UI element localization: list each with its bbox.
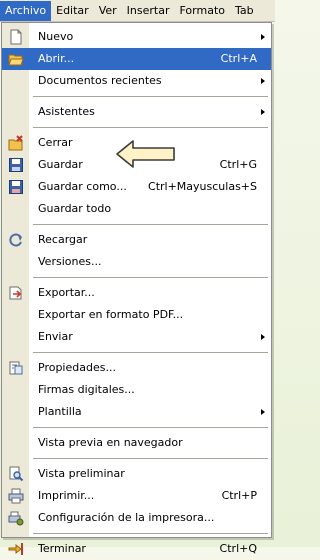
menu-item-label: Guardar [38, 158, 83, 171]
menu-item-guardar-todo[interactable]: Guardar todo [2, 198, 271, 220]
print-icon [8, 488, 24, 504]
menu-separator [2, 273, 271, 282]
close-document-icon [8, 135, 23, 151]
menu-item-label: Nuevo [38, 30, 74, 43]
menu-item-label: Propiedades... [38, 361, 116, 374]
menubar-archivo[interactable]: Archivo [0, 0, 52, 21]
save-as-icon [9, 180, 23, 194]
submenu-arrow-icon [261, 78, 265, 84]
menu-item-label: Exportar... [38, 286, 95, 299]
reload-icon [9, 233, 22, 247]
save-icon [9, 158, 23, 172]
callout-arrow-icon [116, 140, 175, 168]
menu-item-recargar[interactable]: Recargar [2, 229, 271, 251]
menubar-ver[interactable]: Ver [94, 1, 122, 21]
menu-bar: Archivo Editar Ver Insertar Formato Tab [0, 0, 275, 22]
menu-item-label: Firmas digitales... [38, 383, 135, 396]
open-folder-icon [8, 54, 24, 66]
submenu-arrow-icon [261, 34, 265, 40]
submenu-arrow-icon [261, 334, 265, 340]
menu-item-label: Enviar [38, 330, 73, 343]
menu-item-shortcut: Ctrl+Q [219, 542, 257, 555]
menu-item-label: Asistentes [38, 105, 95, 118]
menu-item-label: Exportar en formato PDF... [38, 308, 184, 321]
menu-item-exportar[interactable]: Exportar... [2, 282, 271, 304]
menu-item-abrir[interactable]: Abrir... Ctrl+A [2, 48, 271, 70]
menu-item-label: Imprimir... [38, 489, 95, 502]
menu-item-versiones[interactable]: Versiones... [2, 251, 271, 273]
archivo-dropdown-menu: Nuevo Abrir... Ctrl+A Documentos recient… [1, 22, 272, 555]
menu-item-label: Recargar [38, 233, 88, 246]
menu-separator [2, 423, 271, 432]
menu-item-label: Plantilla [38, 405, 82, 418]
menu-item-enviar[interactable]: Enviar [2, 326, 271, 348]
menu-item-shortcut: Ctrl+Mayusculas+S [148, 180, 257, 193]
menu-item-shortcut: Ctrl+A [220, 52, 257, 65]
exit-icon [8, 543, 23, 555]
menu-item-guardar-como[interactable]: Guardar como... Ctrl+Mayusculas+S [2, 176, 271, 198]
menu-item-exportar-pdf[interactable]: Exportar en formato PDF... [2, 304, 271, 326]
menu-item-asistentes[interactable]: Asistentes [2, 101, 271, 123]
menu-item-vista-previa-navegador[interactable]: Vista previa en navegador [2, 432, 271, 454]
menu-separator [2, 123, 271, 132]
menu-item-label: Guardar como... [38, 180, 127, 193]
menu-item-plantilla[interactable]: Plantilla [2, 401, 271, 423]
menu-separator [2, 92, 271, 101]
printer-settings-icon [8, 511, 24, 526]
menu-item-firmas-digitales[interactable]: Firmas digitales... [2, 379, 271, 401]
menu-item-label: Versiones... [38, 255, 102, 268]
menu-separator [2, 348, 271, 357]
menu-item-label: Terminar [38, 542, 86, 555]
menu-item-label: Configuración de la impresora... [38, 511, 215, 524]
submenu-arrow-icon [261, 109, 265, 115]
menu-item-shortcut: Ctrl+P [221, 489, 257, 502]
properties-icon [9, 361, 23, 375]
menu-item-vista-preliminar[interactable]: Vista preliminar [2, 463, 271, 485]
menu-item-propiedades[interactable]: Propiedades... [2, 357, 271, 379]
menu-separator [2, 529, 271, 538]
menubar-formato[interactable]: Formato [175, 1, 231, 21]
submenu-arrow-icon [261, 409, 265, 415]
menu-separator [2, 220, 271, 229]
menu-item-shortcut: Ctrl+G [219, 158, 257, 171]
menu-item-label: Documentos recientes [38, 74, 162, 87]
menu-separator [2, 454, 271, 463]
menubar-tabla[interactable]: Tab [230, 1, 259, 21]
menu-item-label: Cerrar [38, 136, 73, 149]
menu-item-label: Abrir... [38, 52, 75, 65]
menu-item-terminar[interactable]: Terminar Ctrl+Q [2, 538, 271, 560]
menubar-insertar[interactable]: Insertar [122, 1, 175, 21]
menu-item-label: Vista previa en navegador [38, 436, 183, 449]
export-icon [9, 286, 22, 300]
menu-item-documentos-recientes[interactable]: Documentos recientes [2, 70, 271, 92]
new-document-icon [10, 29, 22, 45]
menu-item-nuevo[interactable]: Nuevo [2, 26, 271, 48]
menubar-editar[interactable]: Editar [51, 1, 94, 21]
menu-item-imprimir[interactable]: Imprimir... Ctrl+P [2, 485, 271, 507]
menu-item-label: Guardar todo [38, 202, 112, 215]
menu-item-label: Vista preliminar [38, 467, 125, 480]
menu-item-configuracion-impresora[interactable]: Configuración de la impresora... [2, 507, 271, 529]
print-preview-icon [9, 466, 24, 482]
